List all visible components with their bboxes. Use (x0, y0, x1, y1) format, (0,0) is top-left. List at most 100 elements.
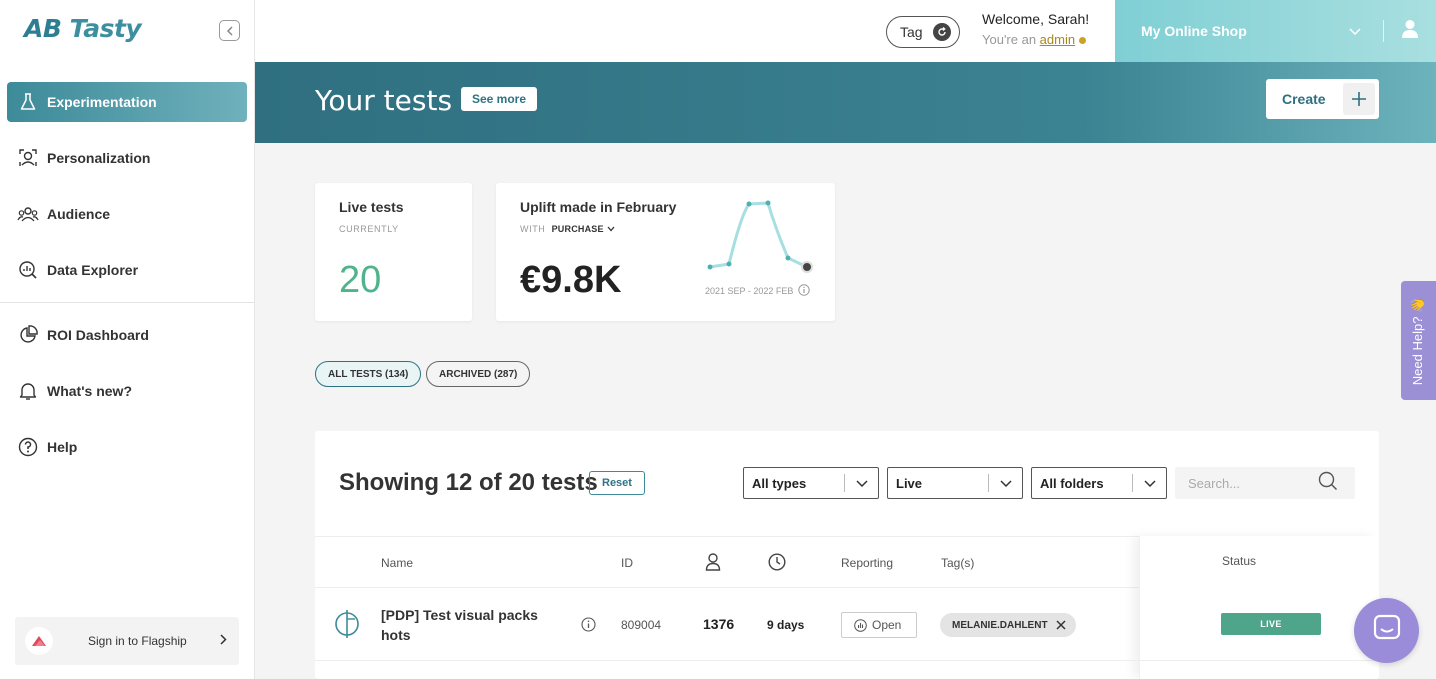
account-selector[interactable]: My Online Shop (1115, 0, 1436, 62)
tag-label: Tag (900, 24, 923, 40)
uplift-value: €9.8K (520, 259, 622, 301)
sidebar-item-whats-new[interactable]: What's new? (7, 371, 247, 411)
sidebar-item-data-explorer[interactable]: Data Explorer (7, 250, 247, 290)
showing-count: Showing 12 of 20 tests (339, 469, 598, 496)
column-status: Status (1222, 554, 1257, 568)
need-help-label: Need Help? 👋 (1410, 296, 1426, 385)
tag-button[interactable]: Tag (886, 16, 960, 48)
top-bar: Tag Welcome, Sarah! You're an admin My O… (255, 0, 1436, 62)
sidebar-item-personalization[interactable]: Personalization (7, 138, 247, 178)
info-icon[interactable] (798, 284, 811, 298)
chart-magnifier-icon (17, 259, 39, 281)
flagship-label: Sign in to Flagship (88, 634, 187, 648)
reset-button[interactable]: Reset (589, 471, 645, 495)
account-divider (1383, 20, 1384, 42)
flagship-signin-button[interactable]: Sign in to Flagship (15, 617, 239, 665)
account-name: My Online Shop (1141, 23, 1247, 39)
column-id[interactable]: ID (621, 556, 633, 570)
chevron-down-icon (1133, 479, 1166, 487)
uplift-date-range: 2021 SEP - 2022 FEB (705, 284, 811, 298)
live-tests-subtitle: CURRENTLY (339, 224, 399, 234)
live-tests-count: 20 (339, 259, 382, 301)
sidebar: AB Tasty Experimentation Personalization… (0, 0, 255, 679)
role-status-dot (1079, 37, 1087, 45)
search-box (1175, 467, 1355, 499)
status-badge: LIVE (1221, 613, 1321, 635)
test-name[interactable]: [PDP] Test visual packs hots (381, 605, 551, 645)
create-label: Create (1282, 91, 1326, 107)
chat-icon (1373, 614, 1401, 647)
uplift-card: Uplift made in February WITH PURCHASE €9… (496, 183, 835, 321)
chat-launcher-button[interactable] (1354, 598, 1419, 663)
test-id: 809004 (621, 618, 662, 632)
chevron-right-icon (220, 634, 227, 648)
type-filter-select[interactable]: All types (743, 467, 879, 499)
uplift-metric-selector[interactable]: WITH PURCHASE (520, 224, 615, 234)
ab-tasty-logo[interactable]: AB Tasty (24, 14, 142, 43)
live-tests-title: Live tests (339, 199, 404, 215)
plus-icon (1343, 83, 1375, 115)
table-row[interactable]: [PDP] Test visual packs hots 809004 1376… (315, 589, 1379, 661)
tag-chip: MELANIE.DAHLENT (940, 613, 1076, 637)
status-filter-value: Live (896, 475, 923, 491)
column-tags: Tag(s) (941, 556, 975, 570)
chevron-down-icon (607, 226, 615, 232)
live-tests-card: Live tests CURRENTLY 20 (315, 183, 472, 321)
see-more-button[interactable]: See more (461, 87, 538, 111)
user-profile-icon[interactable] (1401, 19, 1419, 44)
search-icon[interactable] (1318, 471, 1338, 496)
status-filter-select[interactable]: Live (887, 467, 1023, 499)
audience-icon (17, 203, 39, 225)
page-title: Your tests (315, 84, 453, 117)
sidebar-item-label: Personalization (47, 150, 151, 166)
sidebar-item-label: Audience (47, 206, 111, 222)
column-name[interactable]: Name (381, 556, 413, 570)
question-icon (17, 436, 39, 458)
test-duration: 9 days (767, 618, 805, 632)
sidebar-item-label: Data Explorer (47, 262, 139, 278)
sidebar-item-roi-dashboard[interactable]: ROI Dashboard (7, 315, 247, 355)
chevron-left-icon (226, 25, 233, 36)
welcome-text: Welcome, Sarah! (982, 11, 1090, 27)
sidebar-divider (0, 302, 255, 303)
search-input[interactable] (1188, 475, 1318, 491)
sidebar-item-label: Help (47, 439, 78, 455)
tab-archived[interactable]: ARCHIVED (287) (426, 361, 531, 387)
open-report-button[interactable]: Open (841, 612, 917, 638)
sidebar-item-audience[interactable]: Audience (7, 194, 247, 234)
users-icon[interactable] (705, 553, 721, 574)
open-report-label: Open (872, 618, 902, 632)
chevron-down-icon (989, 479, 1022, 487)
pie-chart-icon (17, 324, 39, 346)
refresh-icon (933, 23, 951, 41)
close-icon[interactable] (1056, 620, 1066, 630)
sidebar-item-label: What's new? (47, 383, 132, 399)
chevron-down-icon (1349, 22, 1361, 40)
ab-test-type-icon (333, 609, 361, 644)
info-icon[interactable] (581, 617, 596, 637)
chevron-down-icon (845, 479, 878, 487)
sidebar-item-label: ROI Dashboard (47, 327, 149, 343)
folder-filter-value: All folders (1040, 475, 1104, 491)
tab-all-tests[interactable]: ALL TESTS (134) (315, 361, 422, 387)
sidebar-item-help[interactable]: Help (7, 427, 247, 467)
page-header-banner: Your tests See more Create (255, 62, 1436, 143)
role-text: You're an admin (982, 32, 1087, 47)
tag-label: MELANIE.DAHLENT (952, 619, 1048, 631)
create-button[interactable]: Create (1266, 79, 1379, 119)
sidebar-item-label: Experimentation (47, 94, 157, 110)
admin-link[interactable]: admin (1040, 32, 1075, 47)
report-chart-icon (854, 618, 867, 632)
type-filter-value: All types (752, 475, 807, 491)
uplift-title: Uplift made in February (520, 199, 677, 215)
uplift-sparkline (707, 200, 813, 273)
column-reporting: Reporting (841, 556, 894, 570)
flagship-logo-icon (25, 627, 53, 655)
sidebar-item-experimentation[interactable]: Experimentation (7, 82, 247, 122)
collapse-sidebar-button[interactable] (219, 20, 240, 41)
folder-filter-select[interactable]: All folders (1031, 467, 1167, 499)
person-target-icon (17, 147, 39, 169)
tests-table-panel: Showing 12 of 20 tests Reset All types L… (315, 431, 1379, 679)
clock-icon[interactable] (768, 553, 786, 574)
need-help-tab[interactable]: Need Help? 👋 (1401, 281, 1436, 400)
